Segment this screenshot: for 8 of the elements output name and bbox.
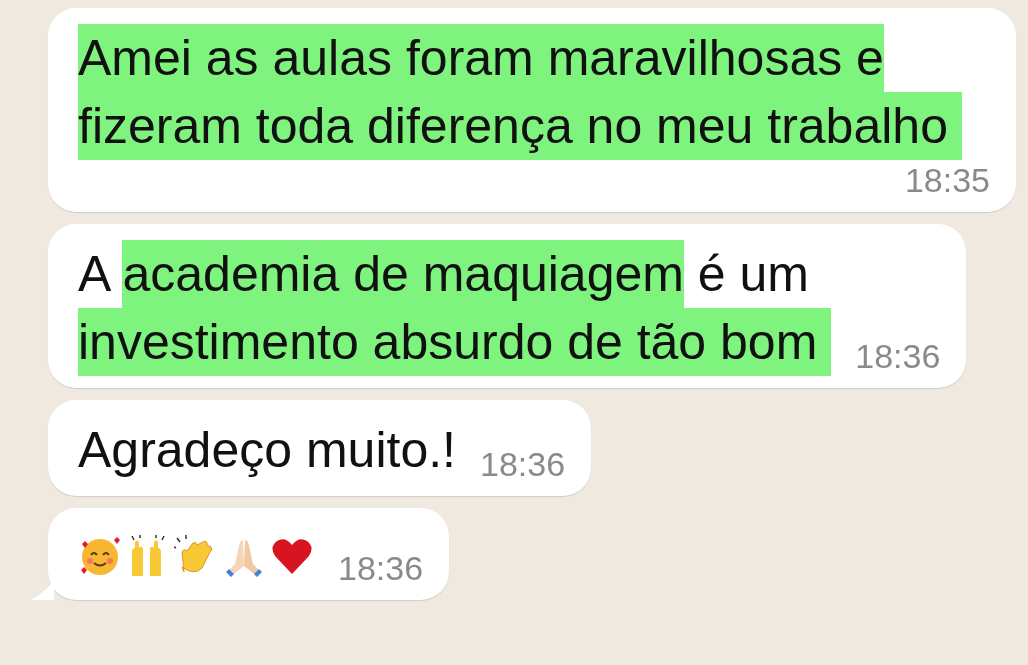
message-time: 18:36 <box>338 548 424 588</box>
message-text: investimento absurdo de tão bom <box>78 308 832 376</box>
message-time: 18:35 <box>904 160 990 200</box>
message-text: Agradeço muito.! <box>78 421 456 480</box>
smiling-face-hearts-icon <box>78 534 122 578</box>
message-text: fizeram toda diferença no meu trabalho <box>78 92 962 160</box>
message-time: 18:36 <box>480 444 566 484</box>
message-time: 18:36 <box>855 336 941 376</box>
